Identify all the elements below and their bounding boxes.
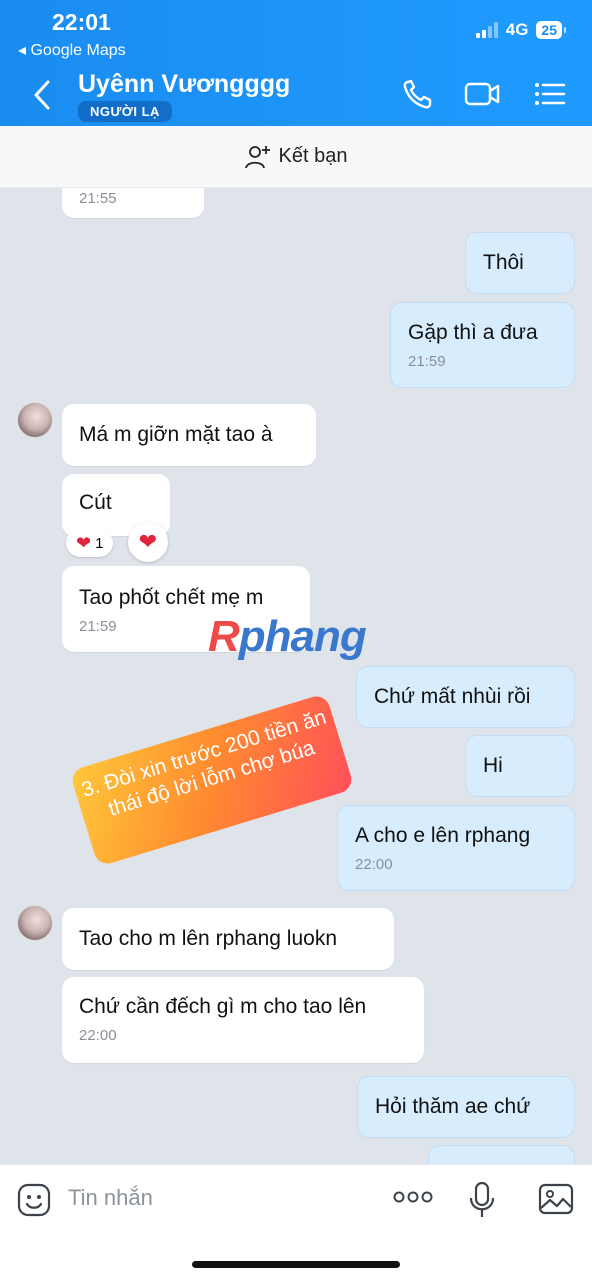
outgoing-message[interactable]: Thôi	[465, 232, 575, 294]
signal-icon	[475, 22, 498, 38]
back-to-app-link[interactable]: ◂ Google Maps	[18, 40, 126, 60]
outgoing-message[interactable]: Gặp thì a đưa 21:59	[390, 302, 575, 388]
network-type: 4G	[505, 20, 529, 39]
video-call-icon[interactable]	[464, 78, 500, 110]
back-chevron-icon[interactable]	[28, 78, 56, 112]
status-time: 22:01	[52, 9, 111, 35]
message-text: Chứ mất nhùi rồi	[374, 685, 531, 708]
message-text: Tao phốt chết mẹ m	[79, 586, 264, 609]
outgoing-message[interactable]: Hi	[465, 735, 575, 797]
outgoing-message[interactable]: Hỏi thăm ae chứ	[357, 1076, 575, 1138]
add-friend-label: Kết bạn	[278, 145, 348, 167]
message-text: Cút	[79, 491, 112, 514]
phone-icon[interactable]	[400, 78, 436, 110]
contact-name[interactable]: Uyênn Vươngggg	[78, 70, 290, 99]
message-text: Má m giỡn mặt tao à	[79, 423, 273, 446]
reaction-summary[interactable]: ❤ 1	[66, 529, 114, 557]
battery-icon: 25	[536, 21, 566, 39]
message-time: 22:00	[79, 1027, 117, 1044]
message-text: Hi	[483, 754, 503, 777]
message-time: 21:55	[79, 190, 117, 207]
rphang-watermark: Rphang	[208, 612, 367, 661]
heart-react-button[interactable]: ❤	[128, 522, 168, 562]
sticker-emoji-icon[interactable]	[17, 1183, 51, 1217]
stranger-badge: NGƯỜI LẠ	[78, 101, 172, 122]
incoming-message[interactable]: Tao cho m lên rphang luokn	[62, 908, 394, 970]
message-text: Tao cho m lên rphang luokn	[79, 927, 337, 950]
incoming-message[interactable]: Chứ cần đếch gì m cho tao lên 22:00	[62, 977, 424, 1063]
message-input[interactable]: Tin nhắn	[68, 1185, 153, 1211]
reaction-count: 1	[95, 534, 104, 552]
status-indicators: 4G 25	[475, 20, 566, 40]
message-text: Gặp thì a đưa	[408, 321, 538, 344]
outgoing-message[interactable]: Chứ mất nhùi rồi	[356, 666, 575, 728]
incoming-message[interactable]: 21:55	[62, 188, 204, 218]
message-time: 22:00	[355, 856, 393, 873]
contact-avatar[interactable]	[17, 905, 53, 941]
message-text: Thôi	[483, 251, 524, 274]
contact-avatar[interactable]	[17, 402, 53, 438]
message-text: A cho e lên rphang	[355, 824, 531, 847]
menu-list-icon[interactable]	[532, 78, 568, 110]
outgoing-message[interactable]: A cho e lên rphang 22:00	[337, 805, 575, 891]
image-gallery-icon[interactable]	[538, 1182, 574, 1216]
home-indicator[interactable]	[192, 1261, 400, 1268]
message-list[interactable]: 21:55 Thôi Gặp thì a đưa 21:59 Má m giỡn…	[0, 188, 592, 1164]
add-person-icon	[244, 145, 270, 168]
heart-icon: ❤	[76, 532, 92, 553]
message-time: 21:59	[408, 353, 446, 370]
incoming-message[interactable]: Má m giỡn mặt tao à	[62, 404, 316, 466]
microphone-icon[interactable]	[468, 1181, 496, 1219]
outgoing-message[interactable]	[428, 1145, 575, 1164]
message-text: Chứ cần đếch gì m cho tao lên	[79, 995, 367, 1018]
message-text: Hỏi thăm ae chứ	[375, 1095, 531, 1118]
chat-header: 22:01 ◂ Google Maps 4G 25 Uyênn Vươngggg…	[0, 0, 592, 126]
more-options-icon[interactable]	[392, 1189, 434, 1205]
add-friend-bar[interactable]: Kết bạn	[0, 126, 592, 188]
